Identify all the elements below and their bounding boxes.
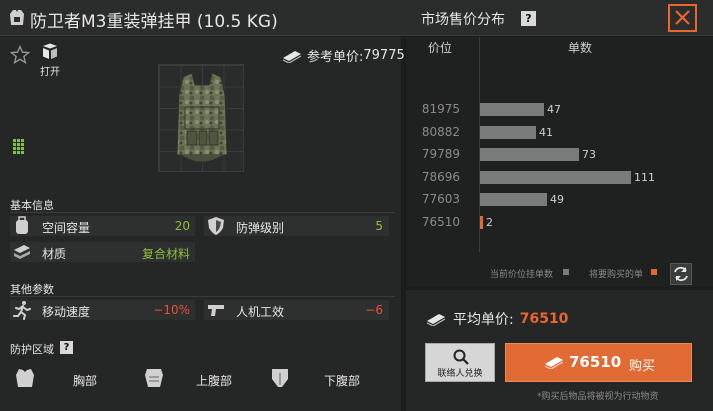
average-price-row: 平均单价: 76510 [425, 309, 568, 329]
market-title: 市场售价分布 [421, 12, 505, 28]
price-tick-label: 78696 [421, 170, 460, 184]
capacity-value: 20 [174, 219, 190, 233]
lower-abdomen-zone-icon [272, 369, 288, 387]
star-icon[interactable] [10, 45, 30, 65]
backpack-icon [16, 216, 28, 234]
divider [10, 212, 395, 213]
quantity-bar [480, 148, 579, 161]
price-tick-label: 76510 [421, 215, 460, 229]
quantity-bar [480, 126, 536, 139]
zone-lower-abdomen: 下腹部 [324, 374, 361, 388]
average-price-label: 平均单价: [453, 312, 514, 328]
vest-icon [10, 10, 24, 25]
upper-abdomen-zone-icon [145, 369, 163, 387]
zone-chest: 胸部 [73, 374, 98, 388]
quantity-value-label: 73 [582, 148, 596, 161]
open-label: 打开 [40, 67, 60, 78]
price-tick-label: 80882 [421, 125, 460, 139]
buy-price: 76510 [569, 353, 622, 371]
quantity-bar [480, 171, 631, 184]
quantity-bar [480, 103, 544, 116]
quantity-value-label: 47 [547, 103, 561, 116]
ref-price-value: 79775 [363, 48, 405, 63]
basic-info-heading: 基本信息 [10, 199, 54, 212]
close-button[interactable] [668, 4, 697, 32]
ergonomics-label: 人机工效 [236, 305, 285, 319]
material-value: 复合材料 [141, 247, 190, 261]
quantity-value-label: 41 [539, 126, 553, 139]
search-icon [453, 349, 469, 365]
chest-zone-icon [16, 369, 34, 387]
contact-exchange-label: 联络人兑换 [437, 369, 483, 379]
zone-upper-abdomen: 上腹部 [196, 374, 233, 388]
move-speed-value: −10% [153, 303, 190, 317]
close-icon [675, 10, 690, 25]
ergonomics-value: −6 [365, 303, 383, 317]
protection-heading: 防护区域 [10, 343, 54, 356]
average-price-value: 76510 [519, 311, 569, 327]
cash-icon [282, 50, 302, 63]
capacity-label: 空间容量 [42, 221, 91, 235]
running-man-icon [13, 301, 31, 320]
divider [10, 296, 395, 297]
item-image-frame [158, 64, 244, 172]
legend-current-label: 当前价位挂单数 [490, 270, 554, 280]
refresh-icon [674, 266, 688, 282]
open-box-icon [43, 43, 57, 59]
quantity-bar [480, 216, 483, 229]
cash-icon [544, 357, 564, 369]
quantity-column-header: 单数 [568, 41, 593, 55]
armor-vest-image [176, 72, 228, 163]
price-tick-label: 81975 [421, 102, 460, 116]
purchase-note: *购买后物品将被视为行动物资 [537, 392, 659, 402]
shield-icon [208, 217, 224, 235]
quantity-value-label: 2 [486, 216, 493, 229]
price-tick-label: 79789 [421, 147, 460, 161]
item-title: 防卫者M3重装弹挂甲 (10.5 KG) [30, 12, 278, 32]
pistol-icon [208, 305, 224, 316]
refresh-button[interactable] [670, 263, 692, 285]
legend-tobuy-swatch [651, 269, 657, 275]
armor-class-value: 5 [375, 219, 383, 233]
reference-price: 参考单价: 79775 [281, 46, 405, 65]
market-help-icon[interactable]: ? [521, 11, 536, 26]
protection-help-icon[interactable]: ? [60, 341, 73, 354]
market-panel [406, 37, 713, 287]
legend-tobuy-label: 将要购买的单 [589, 270, 644, 280]
other-params-heading: 其他参数 [10, 283, 54, 296]
material-label: 材质 [42, 247, 67, 261]
buy-label: 购买 [629, 359, 656, 374]
ref-price-label: 参考单价: [307, 50, 364, 65]
material-icon [14, 245, 30, 259]
move-speed-label: 移动速度 [42, 305, 91, 319]
legend-current-swatch [563, 269, 569, 275]
quantity-value-label: 49 [550, 193, 564, 206]
quantity-value-label: 111 [634, 171, 655, 184]
quantity-bar [480, 193, 547, 206]
cash-icon [426, 314, 446, 326]
grid-size-icon [13, 139, 24, 154]
price-column-header: 价位 [428, 41, 453, 55]
armor-class-label: 防弹级别 [236, 221, 285, 235]
price-tick-label: 77603 [421, 192, 460, 206]
